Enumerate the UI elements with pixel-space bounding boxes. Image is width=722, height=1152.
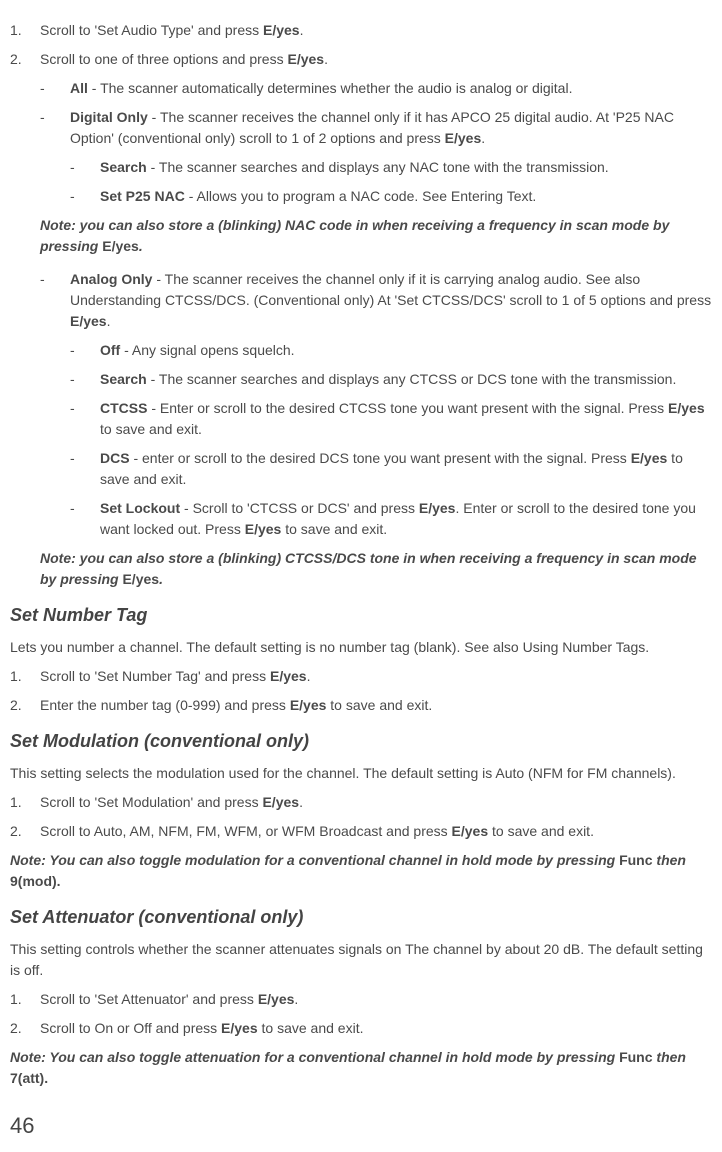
step-number: 2. xyxy=(10,1018,40,1039)
dash-icon: - xyxy=(40,269,70,332)
step-text: Scroll to 'Set Attenuator' and press E/y… xyxy=(40,989,298,1010)
dash-icon: - xyxy=(70,398,100,440)
dash-icon: - xyxy=(40,107,70,149)
dash-icon: - xyxy=(70,186,100,207)
option-text: Search - The scanner searches and displa… xyxy=(100,157,609,178)
option-search-digital: - Search - The scanner searches and disp… xyxy=(70,157,712,178)
option-dcs: - DCS - enter or scroll to the desired D… xyxy=(70,448,712,490)
attenuator-note: Note: You can also toggle attenuation fo… xyxy=(10,1047,712,1089)
step-text: Enter the number tag (0-999) and press E… xyxy=(40,695,432,716)
number-tag-step-1: 1. Scroll to 'Set Number Tag' and press … xyxy=(10,666,712,687)
step-number: 1. xyxy=(10,989,40,1010)
step-2: 2. Scroll to one of three options and pr… xyxy=(10,49,712,70)
option-all: - All - The scanner automatically determ… xyxy=(40,78,712,99)
option-analog-only: - Analog Only - The scanner receives the… xyxy=(40,269,712,332)
option-digital-only: - Digital Only - The scanner receives th… xyxy=(40,107,712,149)
step-text: Scroll to one of three options and press… xyxy=(40,49,328,70)
dash-icon: - xyxy=(70,498,100,540)
heading-set-attenuator: Set Attenuator (conventional only) xyxy=(10,904,712,931)
note-ctcss-dcs: Note: you can also store a (blinking) CT… xyxy=(40,548,712,590)
step-number: 1. xyxy=(10,792,40,813)
attenuator-step-1: 1. Scroll to 'Set Attenuator' and press … xyxy=(10,989,712,1010)
option-ctcss: - CTCSS - Enter or scroll to the desired… xyxy=(70,398,712,440)
dash-icon: - xyxy=(70,157,100,178)
step-text: Scroll to On or Off and press E/yes to s… xyxy=(40,1018,363,1039)
number-tag-intro: Lets you number a channel. The default s… xyxy=(10,637,712,658)
step-text: Scroll to 'Set Number Tag' and press E/y… xyxy=(40,666,310,687)
option-text: Analog Only - The scanner receives the c… xyxy=(70,269,712,332)
step-number: 2. xyxy=(10,821,40,842)
modulation-intro: This setting selects the modulation used… xyxy=(10,763,712,784)
step-text: Scroll to 'Set Audio Type' and press E/y… xyxy=(40,20,303,41)
attenuator-intro: This setting controls whether the scanne… xyxy=(10,939,712,981)
option-text: Search - The scanner searches and displa… xyxy=(100,369,676,390)
heading-set-number-tag: Set Number Tag xyxy=(10,602,712,629)
option-text: Off - Any signal opens squelch. xyxy=(100,340,295,361)
step-number: 1. xyxy=(10,20,40,41)
page-number: 46 xyxy=(10,1109,712,1142)
option-off: - Off - Any signal opens squelch. xyxy=(70,340,712,361)
step-text: Scroll to Auto, AM, NFM, FM, WFM, or WFM… xyxy=(40,821,594,842)
step-number: 2. xyxy=(10,695,40,716)
step-1: 1. Scroll to 'Set Audio Type' and press … xyxy=(10,20,712,41)
option-search-analog: - Search - The scanner searches and disp… xyxy=(70,369,712,390)
step-number: 2. xyxy=(10,49,40,70)
step-text: Scroll to 'Set Modulation' and press E/y… xyxy=(40,792,303,813)
number-tag-step-2: 2. Enter the number tag (0-999) and pres… xyxy=(10,695,712,716)
option-text: All - The scanner automatically determin… xyxy=(70,78,572,99)
dash-icon: - xyxy=(70,448,100,490)
dash-icon: - xyxy=(70,369,100,390)
option-text: Set P25 NAC - Allows you to program a NA… xyxy=(100,186,536,207)
modulation-note: Note: You can also toggle modulation for… xyxy=(10,850,712,892)
modulation-step-2: 2. Scroll to Auto, AM, NFM, FM, WFM, or … xyxy=(10,821,712,842)
heading-set-modulation: Set Modulation (conventional only) xyxy=(10,728,712,755)
attenuator-step-2: 2. Scroll to On or Off and press E/yes t… xyxy=(10,1018,712,1039)
option-set-p25-nac: - Set P25 NAC - Allows you to program a … xyxy=(70,186,712,207)
note-nac: Note: you can also store a (blinking) NA… xyxy=(40,215,712,257)
option-text: CTCSS - Enter or scroll to the desired C… xyxy=(100,398,712,440)
step-number: 1. xyxy=(10,666,40,687)
option-text: DCS - enter or scroll to the desired DCS… xyxy=(100,448,712,490)
dash-icon: - xyxy=(40,78,70,99)
dash-icon: - xyxy=(70,340,100,361)
option-text: Digital Only - The scanner receives the … xyxy=(70,107,712,149)
modulation-step-1: 1. Scroll to 'Set Modulation' and press … xyxy=(10,792,712,813)
option-set-lockout: - Set Lockout - Scroll to 'CTCSS or DCS'… xyxy=(70,498,712,540)
option-text: Set Lockout - Scroll to 'CTCSS or DCS' a… xyxy=(100,498,712,540)
